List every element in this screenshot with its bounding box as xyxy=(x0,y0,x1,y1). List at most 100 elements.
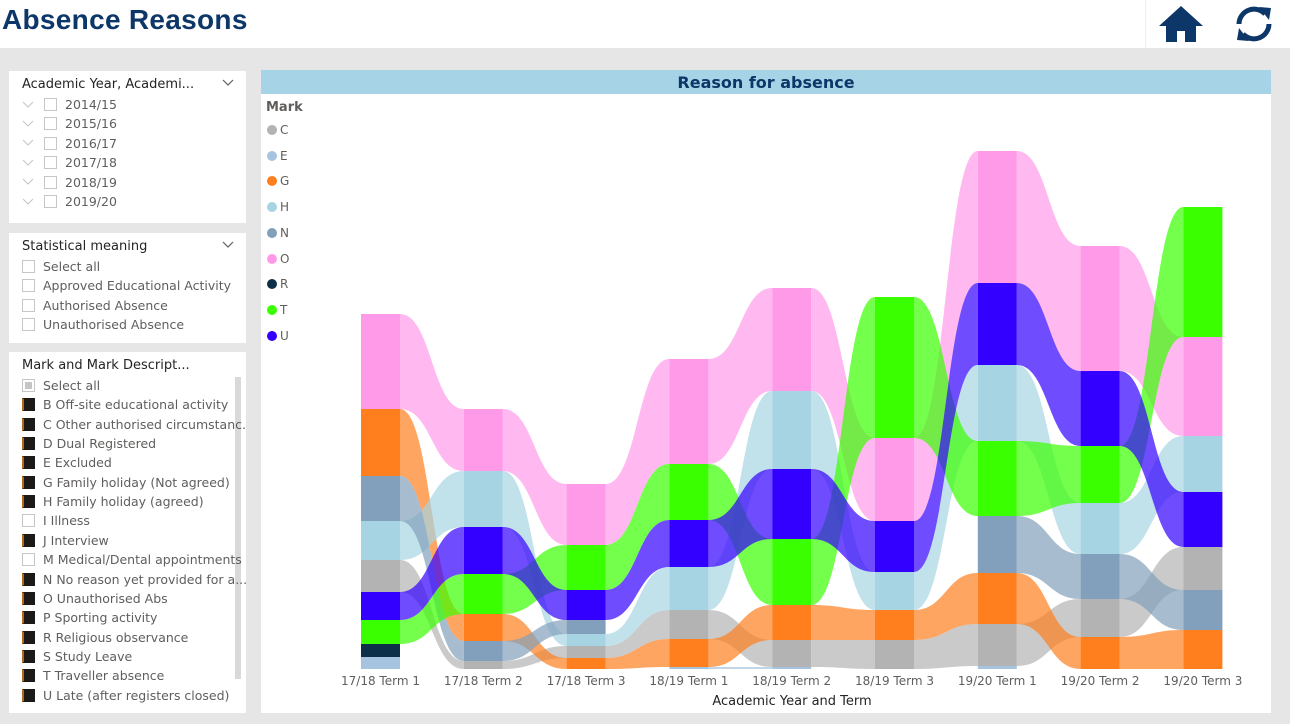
column-segment-C[interactable] xyxy=(463,661,503,669)
checkbox[interactable] xyxy=(22,379,35,392)
checkbox[interactable] xyxy=(22,495,35,509)
column-segment-C[interactable] xyxy=(361,560,400,592)
checkbox[interactable] xyxy=(44,136,57,150)
column-segment-U[interactable] xyxy=(1080,371,1120,446)
column-segment-H[interactable] xyxy=(875,572,914,610)
slicer-item-mark[interactable]: E Excluded xyxy=(22,453,112,472)
column-segment-U[interactable] xyxy=(1183,492,1223,547)
column-segment-G[interactable] xyxy=(772,605,812,640)
checkbox[interactable] xyxy=(22,456,35,470)
checkbox[interactable] xyxy=(22,533,35,547)
checkbox[interactable] xyxy=(22,417,35,431)
column-segment-C[interactable] xyxy=(1183,547,1223,590)
checkbox[interactable] xyxy=(22,318,35,332)
column-segment-U[interactable] xyxy=(669,520,709,567)
checkbox[interactable] xyxy=(44,195,57,208)
column-segment-N[interactable] xyxy=(977,516,1017,573)
slicer-item-mark[interactable]: M Medical/Dental appointments xyxy=(22,550,242,569)
column-segment-N[interactable] xyxy=(361,476,400,521)
checkbox[interactable] xyxy=(22,572,35,586)
column-segment-H[interactable] xyxy=(772,391,812,469)
column-segment-C[interactable] xyxy=(1080,599,1120,637)
column-segment-T[interactable] xyxy=(566,545,606,590)
ribbon-C[interactable] xyxy=(811,640,875,669)
column-segment-H[interactable] xyxy=(977,365,1017,441)
chevron-down-icon[interactable] xyxy=(222,79,234,87)
column-segment-T[interactable] xyxy=(669,464,709,520)
column-segment-O[interactable] xyxy=(669,359,709,464)
slicer-item-year[interactable]: 2015/16 xyxy=(22,114,117,133)
slicer-item-mark[interactable]: J Interview xyxy=(22,531,109,550)
slicer-item-mark[interactable]: T Traveller absence xyxy=(22,666,164,685)
slicer-item-statistical-meaning[interactable]: Unauthorised Absence xyxy=(22,315,184,334)
slicer-item-mark[interactable]: N No reason yet provided for a... xyxy=(22,570,246,589)
checkbox[interactable] xyxy=(22,514,35,528)
column-segment-T[interactable] xyxy=(361,620,400,644)
home-button[interactable] xyxy=(1157,2,1205,46)
column-segment-G[interactable] xyxy=(875,610,914,640)
checkbox[interactable] xyxy=(44,156,57,170)
slicer-item-year[interactable]: 2019/20 xyxy=(22,192,117,211)
column-segment-O[interactable] xyxy=(361,314,400,409)
column-segment-U[interactable] xyxy=(566,590,606,620)
column-segment-C[interactable] xyxy=(566,646,606,658)
checkbox[interactable] xyxy=(22,437,35,451)
slicer-item-mark[interactable]: U Late (after registers closed) xyxy=(22,686,229,705)
slicer-item-mark[interactable]: O Unauthorised Abs xyxy=(22,589,168,608)
column-segment-O[interactable] xyxy=(875,438,914,521)
column-segment-C[interactable] xyxy=(875,640,914,669)
slicer-item-mark[interactable]: P Sporting activity xyxy=(22,608,157,627)
chevron-down-icon[interactable] xyxy=(22,198,36,206)
column-segment-H[interactable] xyxy=(1183,436,1223,492)
slicer-item-mark[interactable]: Select all xyxy=(22,376,100,395)
column-segment-C[interactable] xyxy=(772,640,812,667)
column-segment-H[interactable] xyxy=(463,471,503,527)
checkbox[interactable] xyxy=(22,649,35,663)
slicer-item-year[interactable]: 2017/18 xyxy=(22,153,117,172)
checkbox[interactable] xyxy=(22,611,35,625)
checkbox[interactable] xyxy=(22,688,35,702)
column-segment-T[interactable] xyxy=(875,297,914,438)
column-segment-U[interactable] xyxy=(977,283,1017,365)
column-segment-G[interactable] xyxy=(566,658,606,669)
column-segment-U[interactable] xyxy=(463,527,503,574)
slicer-item-mark[interactable]: H Family holiday (agreed) xyxy=(22,492,204,511)
column-segment-U[interactable] xyxy=(875,521,914,572)
checkbox[interactable] xyxy=(22,298,35,312)
column-segment-N[interactable] xyxy=(1183,590,1223,630)
column-segment-O[interactable] xyxy=(1080,246,1120,371)
slicer-item-statistical-meaning[interactable]: Select all xyxy=(22,257,100,276)
chevron-down-icon[interactable] xyxy=(22,101,36,109)
checkbox[interactable] xyxy=(22,553,35,567)
column-segment-T[interactable] xyxy=(1183,207,1223,337)
checkbox[interactable] xyxy=(22,591,35,605)
column-segment-O[interactable] xyxy=(566,484,606,545)
column-segment-N[interactable] xyxy=(566,620,606,634)
checkbox[interactable] xyxy=(22,398,35,412)
refresh-button[interactable] xyxy=(1230,2,1278,46)
slicer-item-year[interactable]: 2016/17 xyxy=(22,134,117,153)
column-segment-H[interactable] xyxy=(669,567,709,610)
checkbox[interactable] xyxy=(44,117,57,131)
slicer-item-statistical-meaning[interactable]: Authorised Absence xyxy=(22,296,168,315)
column-segment-R[interactable] xyxy=(361,644,400,657)
checkbox[interactable] xyxy=(44,98,57,111)
slicer-item-mark[interactable]: D Dual Registered xyxy=(22,434,156,453)
column-segment-N[interactable] xyxy=(1080,554,1120,599)
column-segment-C[interactable] xyxy=(977,624,1017,666)
column-segment-G[interactable] xyxy=(669,639,709,667)
column-segment-T[interactable] xyxy=(977,441,1017,516)
column-segment-E[interactable] xyxy=(361,657,400,669)
column-segment-G[interactable] xyxy=(1080,637,1120,669)
column-segment-U[interactable] xyxy=(361,592,400,620)
column-segment-H[interactable] xyxy=(361,521,400,560)
column-segment-H[interactable] xyxy=(566,634,606,646)
checkbox[interactable] xyxy=(22,260,35,273)
column-segment-G[interactable] xyxy=(463,614,503,641)
column-segment-G[interactable] xyxy=(1183,630,1223,669)
chevron-down-icon[interactable] xyxy=(22,159,36,167)
slicer-item-mark[interactable]: B Off-site educational activity xyxy=(22,395,228,414)
chevron-down-icon[interactable] xyxy=(222,241,234,249)
ribbon-G[interactable] xyxy=(811,605,875,640)
column-segment-G[interactable] xyxy=(361,409,400,476)
